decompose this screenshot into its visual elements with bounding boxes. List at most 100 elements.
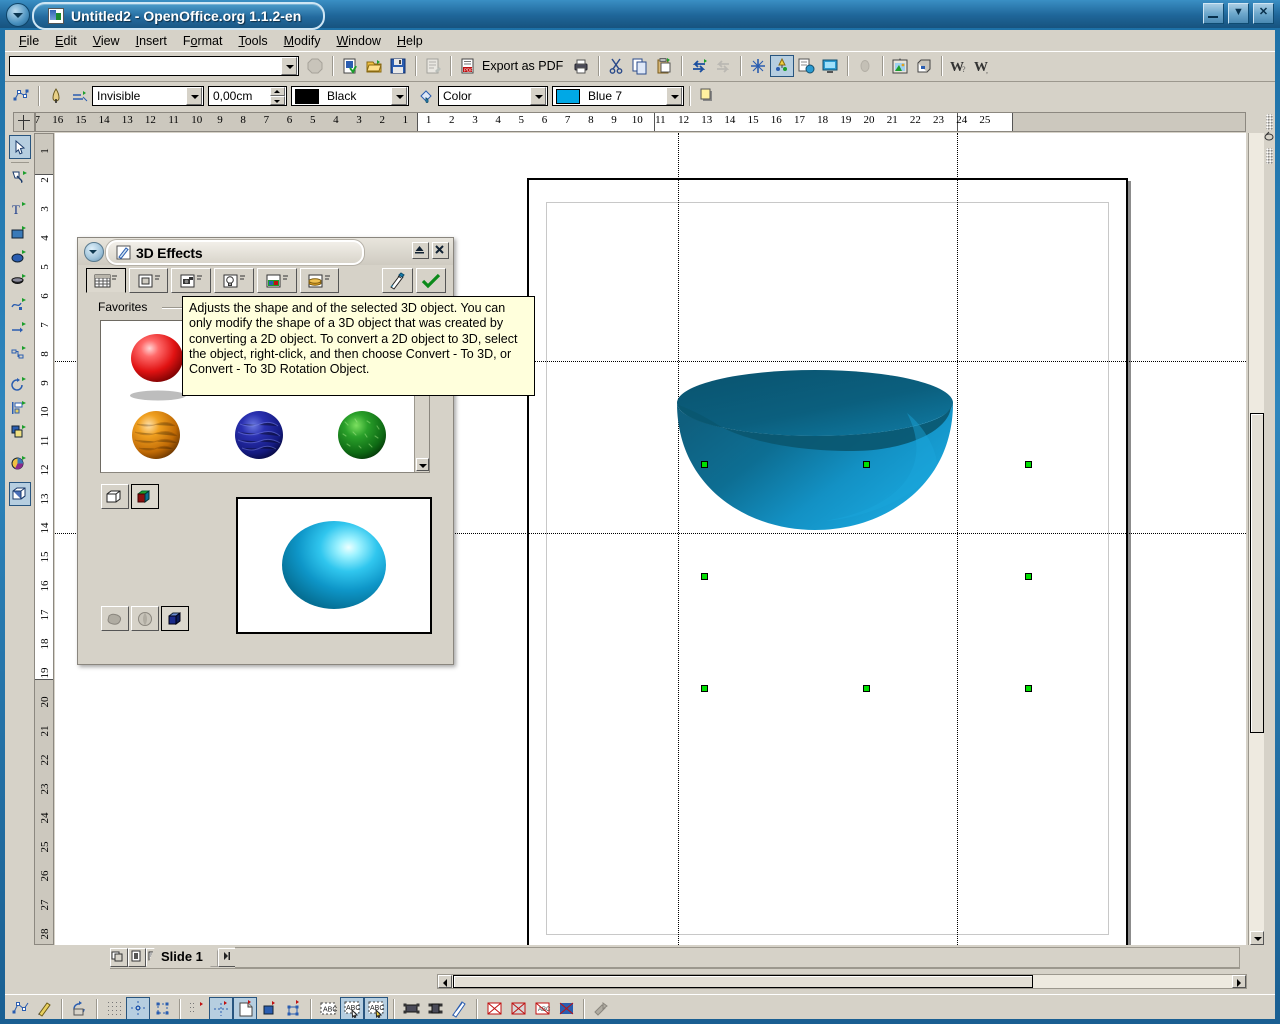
enter-group-button[interactable] [423, 997, 447, 1019]
3d-bowl-object[interactable] [675, 367, 955, 532]
help-button[interactable]: W, [971, 55, 995, 77]
snap-to-snap-lines-button[interactable] [209, 997, 233, 1019]
tab-shading[interactable] [129, 268, 169, 293]
snap-to-object-points-button[interactable] [281, 997, 305, 1019]
favorite-red-sphere[interactable] [129, 330, 185, 386]
vertical-ruler[interactable]: 1234567891011121314151617181920212223242… [34, 133, 54, 945]
favorite-orange-sphere[interactable] [131, 410, 181, 460]
arrange-tool-button[interactable] [9, 420, 31, 444]
align-tool-button[interactable] [9, 396, 31, 420]
copy-button[interactable] [628, 55, 652, 77]
line-color-dropdown-arrow[interactable] [391, 87, 407, 105]
grip-dots[interactable] [1266, 148, 1273, 164]
render-outline-button[interactable] [131, 606, 159, 631]
curve-tool-button[interactable] [9, 293, 31, 317]
scroll-right-button[interactable] [1232, 975, 1246, 988]
slide-tab-strip[interactable] [235, 947, 1240, 968]
line-filled-button[interactable] [482, 997, 506, 1019]
maximize-button[interactable]: ▼ [1228, 3, 1249, 24]
insert-object-button[interactable] [794, 55, 818, 77]
selection-handle[interactable] [1025, 573, 1032, 580]
stop-loading-button[interactable] [303, 55, 327, 77]
fill-color-dropdown-arrow[interactable] [666, 87, 682, 105]
horizontal-scrollbar[interactable] [437, 974, 1247, 989]
fill-type-combobox[interactable]: Color [438, 86, 548, 106]
export-pdf-icon-button[interactable]: PDF [456, 55, 480, 77]
horizontal-scroll-thumb[interactable] [453, 975, 1033, 988]
close-button[interactable]: ✕ [1253, 3, 1274, 24]
edit-file-button[interactable] [421, 55, 445, 77]
selection-handle[interactable] [863, 461, 870, 468]
scroll-left-button[interactable] [438, 975, 452, 988]
line-style-combobox[interactable]: Invisible [92, 86, 204, 106]
selection-handle[interactable] [1025, 685, 1032, 692]
slide-view-button[interactable] [110, 948, 128, 967]
line-width-field[interactable]: 0,00cm [208, 86, 287, 106]
save-document-button[interactable] [386, 55, 410, 77]
convert-to-rotation-object-button[interactable] [131, 484, 159, 509]
line-dashed-button[interactable] [506, 997, 530, 1019]
show-draw-functions-button[interactable] [770, 55, 794, 77]
redo-button[interactable] [711, 55, 735, 77]
open-document-button[interactable] [362, 55, 386, 77]
horizontal-ruler[interactable]: 1716151413121110987654321 12345678910111… [35, 112, 1246, 132]
helplines-while-moving-button[interactable] [150, 997, 174, 1019]
area-style-button[interactable] [414, 85, 438, 107]
line-crossed-button[interactable]: ABC [530, 997, 554, 1019]
ruler-origin-button[interactable] [13, 112, 35, 132]
vertical-scroll-thumb[interactable] [1250, 413, 1264, 733]
menu-edit[interactable]: Edit [47, 32, 85, 50]
favorites-scroll-down-button[interactable] [416, 458, 429, 471]
effects-3d-tool-button[interactable] [9, 482, 31, 506]
print-file-button[interactable] [569, 55, 593, 77]
fill-type-dropdown-arrow[interactable] [530, 87, 546, 105]
exit-group-button[interactable] [399, 997, 423, 1019]
favorite-blue-sphere[interactable] [234, 410, 284, 460]
menu-view[interactable]: View [85, 32, 128, 50]
menu-window[interactable]: Window [328, 32, 388, 50]
menu-tools[interactable]: Tools [230, 32, 275, 50]
display-grid-button[interactable] [102, 997, 126, 1019]
grip-dots[interactable] [1266, 114, 1273, 130]
convert-to-3d-button[interactable] [101, 484, 129, 509]
window-menu-button[interactable] [6, 3, 30, 27]
3d-preview-box[interactable] [236, 497, 432, 634]
presentation-button[interactable] [818, 55, 842, 77]
arrow-style-button[interactable] [68, 85, 92, 107]
last-slide-button[interactable] [218, 948, 236, 967]
double-click-to-edit-text-button[interactable]: ABC [364, 997, 388, 1019]
tab-favorites[interactable] [300, 268, 340, 293]
snap-guide-vertical[interactable] [678, 133, 679, 945]
gallery-strip-icon[interactable] [1264, 130, 1275, 144]
line-style-dropdown-arrow[interactable] [186, 87, 202, 105]
fill-color-combobox[interactable]: Blue 7 [552, 86, 684, 106]
modify-object-with-attributes-button[interactable] [447, 997, 471, 1019]
tab-geometry[interactable] [86, 268, 126, 293]
selection-handle[interactable] [701, 573, 708, 580]
vertical-scrollbar[interactable] [1248, 133, 1264, 945]
shadow-button[interactable] [695, 85, 719, 107]
connector-tool-button[interactable] [9, 341, 31, 365]
snap-guide-vertical[interactable] [957, 133, 958, 945]
grid-filled-button[interactable] [554, 997, 578, 1019]
line-width-stepper[interactable] [270, 87, 285, 105]
selection-handle[interactable] [701, 461, 708, 468]
paste-button[interactable] [652, 55, 676, 77]
dialog-titlebar[interactable]: 3D Effects [78, 238, 453, 265]
select-text-area-only-button[interactable]: ABC [340, 997, 364, 1019]
insert-chart-tool-button[interactable] [9, 451, 31, 475]
edit-points-option-button[interactable] [8, 997, 32, 1019]
help-what-is-this-button[interactable]: W? [947, 55, 971, 77]
export-pdf-label[interactable]: Export as PDF [480, 59, 569, 73]
selection-handle[interactable] [701, 685, 708, 692]
rotate-tool-button[interactable] [9, 372, 31, 396]
outline-view-button[interactable] [128, 948, 146, 967]
menu-file[interactable]: File [11, 32, 47, 50]
line-color-combobox[interactable]: Black [291, 86, 409, 106]
slide-tab-slide1[interactable]: Slide 1 [145, 947, 219, 970]
minimize-button[interactable] [1203, 3, 1224, 24]
assign-button[interactable] [416, 268, 447, 293]
allow-quick-editing-button[interactable]: ABC [316, 997, 340, 1019]
load-url-dropdown-arrow[interactable] [281, 57, 297, 75]
navigator-button[interactable] [912, 55, 936, 77]
